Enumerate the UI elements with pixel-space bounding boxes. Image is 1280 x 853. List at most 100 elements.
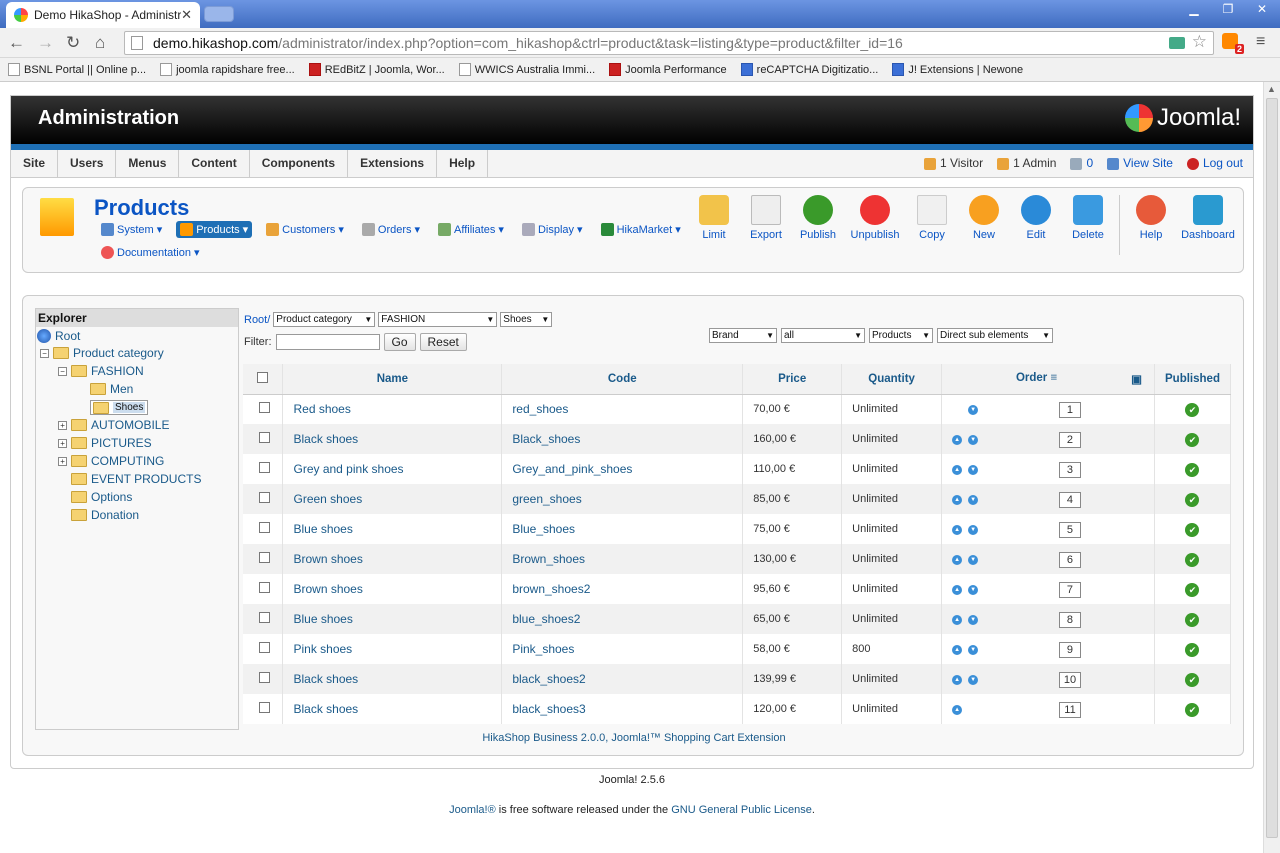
product-code[interactable]: brown_shoes2 <box>501 574 744 604</box>
table-row[interactable]: Pink shoes Pink_shoes 58,00 €800 ▲ ▼ 9 ✔ <box>243 634 1232 664</box>
expand-icon[interactable]: + <box>58 420 67 430</box>
brand-select[interactable]: Brand ▼ <box>709 328 777 343</box>
depth-select[interactable]: Direct sub elements ▼ <box>937 328 1053 343</box>
product-code[interactable]: red_shoes <box>501 394 744 424</box>
row-checkbox[interactable] <box>259 582 270 593</box>
menu-menus[interactable]: Menus <box>116 150 180 177</box>
expand-icon[interactable]: + <box>58 438 67 448</box>
order-input[interactable]: 11 <box>1058 702 1081 718</box>
move-up-icon[interactable]: ▲ <box>952 525 963 535</box>
row-checkbox[interactable] <box>259 492 270 503</box>
product-code[interactable]: Grey_and_pink_shoes <box>501 454 744 484</box>
rss-icon[interactable]: 2 <box>1222 33 1244 54</box>
root-link[interactable]: Root/ <box>244 314 270 326</box>
quantity-header[interactable]: Quantity <box>841 364 943 395</box>
order-input[interactable]: 9 <box>1058 642 1081 658</box>
product-code[interactable]: Pink_shoes <box>501 634 744 664</box>
move-down-icon[interactable]: ▼ <box>968 585 979 595</box>
menu-content[interactable]: Content <box>179 150 250 177</box>
row-checkbox[interactable] <box>259 522 270 533</box>
published-check-icon[interactable]: ✔ <box>1185 462 1200 477</box>
move-down-icon[interactable]: ▼ <box>968 615 979 625</box>
submenu-orders[interactable]: Orders ▾ <box>358 221 424 238</box>
move-up-icon[interactable]: ▲ <box>952 705 963 715</box>
submenu-customers[interactable]: Customers ▾ <box>262 221 348 238</box>
product-code[interactable]: green_shoes <box>501 484 744 514</box>
scroll-up-icon[interactable]: ▲ <box>1267 84 1276 94</box>
logout-link[interactable]: Log out <box>1186 150 1243 177</box>
row-checkbox[interactable] <box>259 552 270 563</box>
messages-count[interactable]: 0 <box>1070 150 1093 177</box>
move-up-icon[interactable]: ▲ <box>952 615 963 625</box>
tree-product-category[interactable]: − Product category <box>40 346 164 360</box>
order-input[interactable]: 6 <box>1058 552 1081 568</box>
order-input[interactable]: 2 <box>1058 432 1081 448</box>
move-down-icon[interactable]: ▼ <box>968 495 979 505</box>
copy-button[interactable]: Copy <box>907 195 957 255</box>
go-button[interactable]: Go <box>383 333 416 351</box>
order-input[interactable]: 4 <box>1058 492 1081 508</box>
move-down-icon[interactable]: ▼ <box>968 645 979 655</box>
table-row[interactable]: Green shoes green_shoes 85,00 € Unlimited ▲ ▼… <box>243 484 1232 514</box>
product-code[interactable]: black_shoes3 <box>501 694 744 724</box>
tree-automobile[interactable]: + AUTOMOBILE <box>58 418 169 432</box>
published-check-icon[interactable]: ✔ <box>1185 702 1200 717</box>
bookmark-item[interactable]: joomla rapidshare free... <box>160 63 295 76</box>
version-line[interactable]: HikaShop Business 2.0.0, Joomla!™ Shoppi… <box>23 732 1245 744</box>
bookmark-item[interactable]: Joomla Performance <box>609 63 727 76</box>
vertical-scrollbar[interactable]: ▲ <box>1263 82 1280 853</box>
name-header[interactable]: Name <box>282 364 503 395</box>
move-up-icon[interactable]: ▲ <box>952 495 963 505</box>
table-row[interactable]: Brown shoes Brown_shoes 130,00 € Unlimited ▲… <box>243 544 1232 574</box>
move-down-icon[interactable]: ▼ <box>968 555 979 565</box>
table-row[interactable]: Black shoes black_shoes3 120,00 € Unlimited… <box>243 694 1232 724</box>
price-header[interactable]: Price <box>742 364 843 395</box>
published-header[interactable]: Published <box>1154 364 1232 395</box>
move-down-icon[interactable]: ▼ <box>968 435 979 445</box>
product-name[interactable]: Brown shoes <box>282 574 503 604</box>
expand-icon[interactable]: + <box>58 456 67 466</box>
move-up-icon[interactable]: ▲ <box>952 675 963 685</box>
order-header[interactable]: Order ≡ ▣ <box>941 364 1155 395</box>
category-select-2[interactable]: FASHION ▼ <box>378 312 498 327</box>
tree-root[interactable]: Root <box>37 329 80 343</box>
menu-help[interactable]: Help <box>437 150 489 177</box>
published-check-icon[interactable]: ✔ <box>1185 552 1200 567</box>
move-down-icon[interactable]: ▼ <box>968 405 979 416</box>
submenu-documentation[interactable]: Documentation ▾ <box>101 246 200 259</box>
published-check-icon[interactable]: ✔ <box>1185 402 1200 417</box>
tree-computing[interactable]: + COMPUTING <box>58 454 164 468</box>
joomla-link[interactable]: Joomla!® <box>449 804 496 816</box>
license-link[interactable]: GNU General Public License <box>671 804 812 816</box>
published-check-icon[interactable]: ✔ <box>1185 522 1200 537</box>
row-checkbox[interactable] <box>259 642 270 653</box>
limit-button[interactable]: Limit <box>689 195 739 255</box>
bookmark-item[interactable]: J! Extensions | Newone <box>892 63 1023 76</box>
published-check-icon[interactable]: ✔ <box>1185 612 1200 627</box>
collapse-icon[interactable]: − <box>40 348 49 358</box>
menu-users[interactable]: Users <box>58 150 117 177</box>
bookmark-item[interactable]: WWICS Australia Immi... <box>458 63 595 76</box>
move-up-icon[interactable]: ▲ <box>952 465 963 475</box>
address-bar[interactable]: demo.hikashop.com/administrator/index.ph… <box>124 31 1214 55</box>
select-all-checkbox[interactable] <box>257 371 269 383</box>
move-down-icon[interactable]: ▼ <box>968 525 979 535</box>
menu-icon[interactable]: ≡ <box>1256 33 1265 51</box>
product-name[interactable]: Black shoes <box>282 424 503 454</box>
scroll-thumb[interactable] <box>1266 98 1278 838</box>
published-check-icon[interactable]: ✔ <box>1185 672 1200 687</box>
tree-event-products[interactable]: EVENT PRODUCTS <box>71 472 201 486</box>
product-name[interactable]: Black shoes <box>282 664 503 694</box>
tree-shoes[interactable]: Shoes <box>90 400 149 415</box>
extension-icon[interactable] <box>1169 37 1185 49</box>
minimize-icon[interactable]: ▁ <box>1184 2 1204 16</box>
tree-men[interactable]: Men <box>90 382 133 396</box>
view-site-link[interactable]: View Site <box>1107 150 1173 177</box>
product-name[interactable]: Black shoes <box>282 694 503 724</box>
row-checkbox[interactable] <box>259 702 270 713</box>
order-input[interactable]: 8 <box>1058 612 1081 628</box>
reload-icon[interactable]: ↻ <box>66 33 80 53</box>
back-arrow-icon[interactable]: ← <box>8 33 25 53</box>
table-row[interactable]: Black shoes black_shoes2 139,99 € Unlimited… <box>243 664 1232 694</box>
bookmark-item[interactable]: REdBitZ | Joomla, Wor... <box>308 63 445 76</box>
